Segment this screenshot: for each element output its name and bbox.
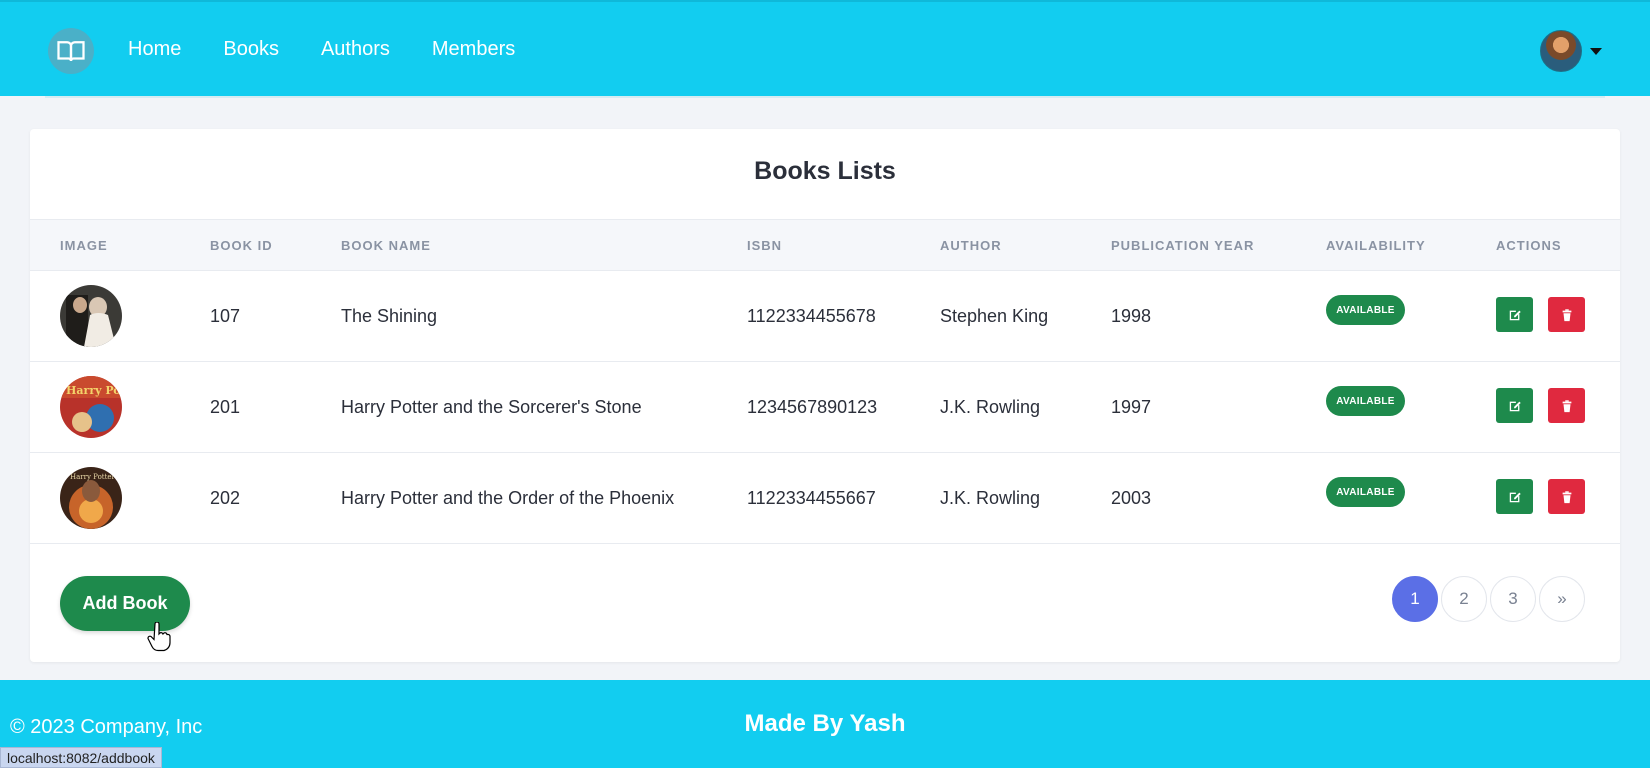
books-card: Books Lists IMAGE BOOK ID BOOK NAME ISBN…	[30, 129, 1620, 662]
navbar-divider	[45, 96, 1605, 98]
svg-text:Harry Potter: Harry Potter	[70, 473, 116, 481]
trash-icon	[1562, 399, 1571, 412]
avatar[interactable]	[1540, 30, 1582, 72]
column-header-availability: AVAILABILITY	[1326, 238, 1426, 253]
edit-button[interactable]	[1496, 297, 1533, 332]
edit-icon	[1509, 492, 1521, 502]
page-1-button[interactable]: 1	[1392, 576, 1438, 622]
book-id: 107	[210, 306, 241, 326]
isbn: 1122334455678	[747, 306, 876, 326]
pagination: 1 2 3 »	[1392, 576, 1585, 622]
delete-button[interactable]	[1548, 479, 1585, 514]
navbar: Home Books Authors Members	[0, 0, 1650, 96]
book-name: Harry Potter and the Sorcerer's Stone	[341, 397, 642, 417]
hand-pointer-icon	[147, 622, 171, 652]
nav-link-home[interactable]: Home	[128, 38, 181, 61]
status-bar-url: localhost:8082/addbook	[0, 747, 162, 768]
book-name: Harry Potter and the Order of the Phoeni…	[341, 488, 675, 508]
footer: © 2023 Company, Inc Made By Yash	[0, 680, 1650, 768]
svg-text:Harry Potter: Harry Potter	[66, 384, 122, 397]
trash-icon	[1562, 490, 1571, 503]
column-header-isbn: ISBN	[747, 238, 783, 253]
page-title: Books Lists	[754, 157, 896, 185]
column-header-actions: ACTIONS	[1496, 238, 1562, 253]
column-header-publication-year: PUBLICATION YEAR	[1111, 238, 1255, 253]
author: Stephen King	[940, 306, 1049, 326]
isbn: 1234567890123	[747, 397, 878, 417]
edit-button[interactable]	[1496, 479, 1533, 514]
book-id: 202	[210, 488, 241, 508]
table-row: 107 The Shining 1122334455678 Stephen Ki…	[30, 271, 1620, 362]
nav-link-books[interactable]: Books	[223, 38, 279, 61]
next-page-button[interactable]: »	[1539, 576, 1585, 622]
book-cover-image: Harry Potter	[60, 467, 122, 529]
book-cover-image	[60, 285, 122, 347]
page-2-button[interactable]: 2	[1441, 576, 1487, 622]
table-header: IMAGE BOOK ID BOOK NAME ISBN AUTHOR PUBL…	[30, 219, 1620, 271]
status-badge: AVAILABLE	[1326, 477, 1405, 507]
publication-year: 1998	[1111, 306, 1152, 326]
book-logo-icon[interactable]	[48, 28, 94, 74]
delete-button[interactable]	[1548, 388, 1585, 423]
isbn: 1122334455667	[747, 488, 876, 508]
made-by-text: Made By Yash	[744, 710, 906, 737]
caret-down-icon[interactable]	[1590, 47, 1602, 55]
delete-button[interactable]	[1548, 297, 1585, 332]
book-cover-image: Harry Potter	[60, 376, 122, 438]
nav-link-members[interactable]: Members	[432, 38, 515, 61]
nav-link-authors[interactable]: Authors	[321, 38, 390, 61]
table-row: Harry Potter 202 Harry Potter and the Or…	[30, 453, 1620, 544]
column-header-book-id: BOOK ID	[210, 238, 273, 253]
author: J.K. Rowling	[940, 397, 1041, 417]
book-id: 201	[210, 397, 241, 417]
edit-button[interactable]	[1496, 388, 1533, 423]
status-badge: AVAILABLE	[1326, 295, 1405, 325]
trash-icon	[1562, 308, 1571, 321]
nav-links: Home Books Authors Members	[128, 38, 515, 61]
publication-year: 1997	[1111, 397, 1152, 417]
page-3-button[interactable]: 3	[1490, 576, 1536, 622]
column-header-author: AUTHOR	[940, 238, 1002, 253]
book-name: The Shining	[341, 306, 438, 326]
column-header-image: IMAGE	[60, 238, 108, 253]
publication-year: 2003	[1111, 488, 1152, 508]
status-badge: AVAILABLE	[1326, 386, 1405, 416]
table-row: Harry Potter 201 Harry Potter and the So…	[30, 362, 1620, 453]
user-menu[interactable]	[1540, 30, 1602, 72]
edit-icon	[1509, 401, 1521, 411]
edit-icon	[1509, 310, 1521, 320]
column-header-book-name: BOOK NAME	[341, 238, 431, 253]
author: J.K. Rowling	[940, 488, 1041, 508]
